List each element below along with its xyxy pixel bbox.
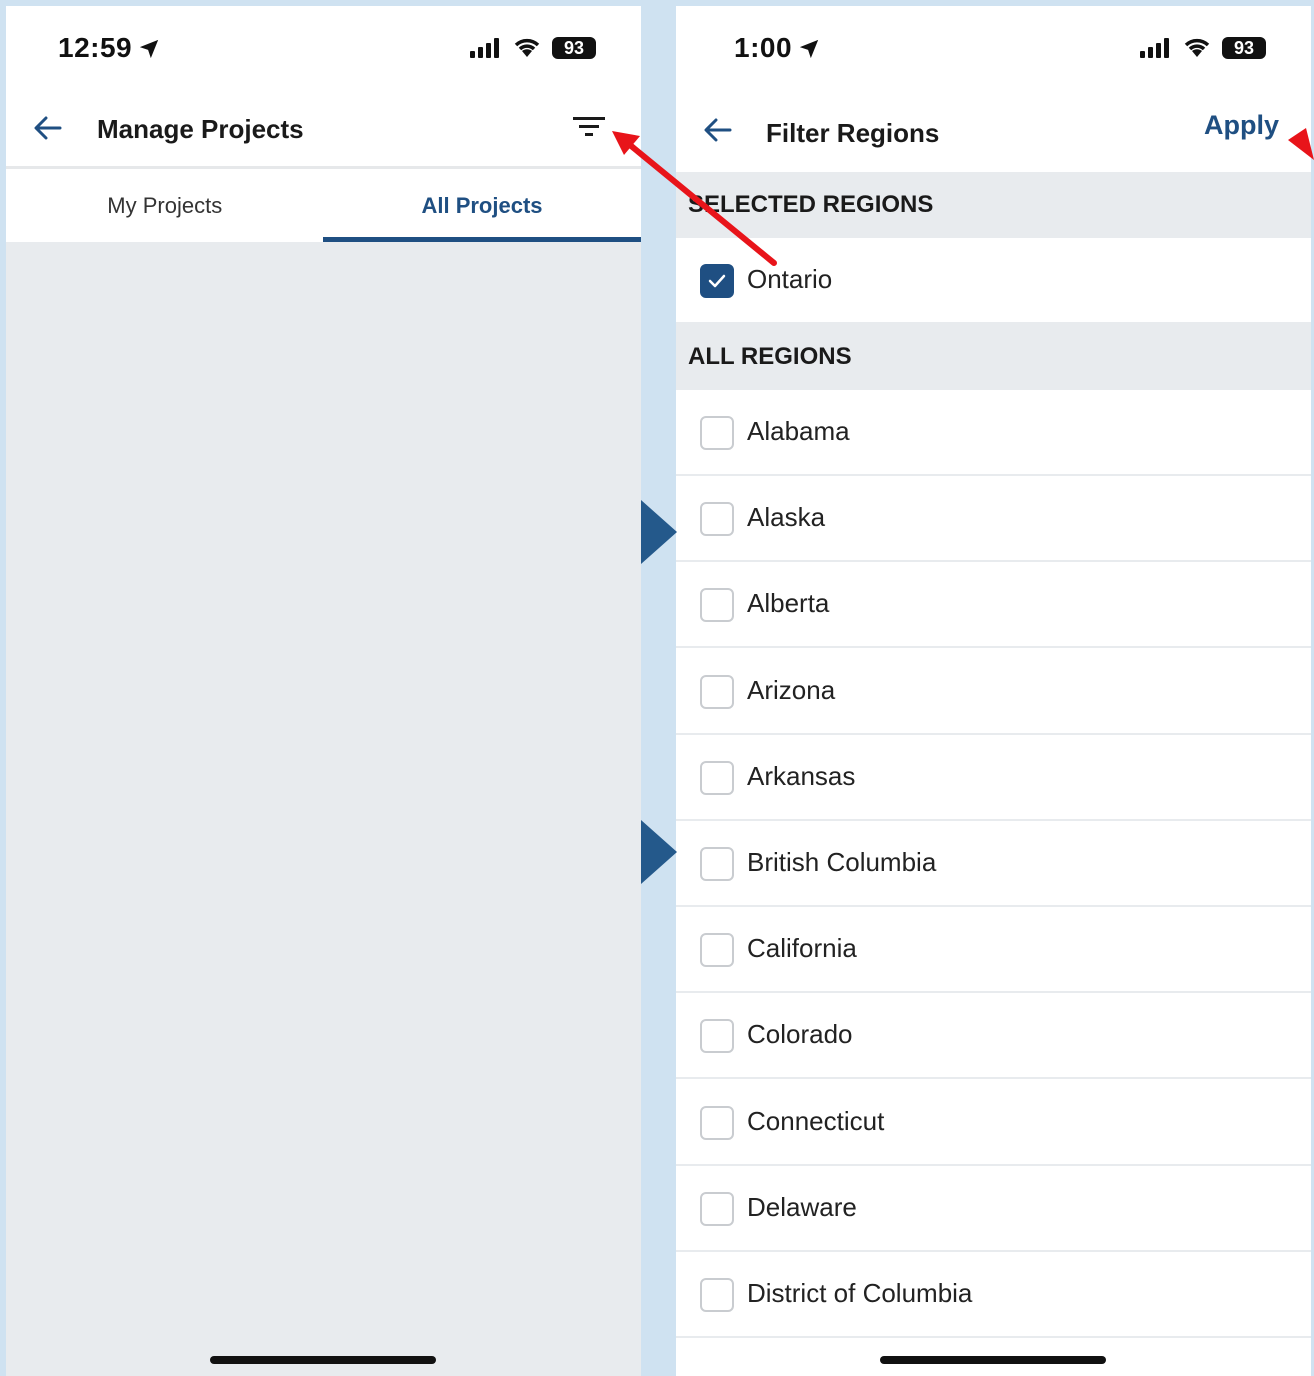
checkbox[interactable] xyxy=(700,502,734,537)
checkbox[interactable] xyxy=(700,674,734,709)
region-label: British Columbia xyxy=(747,847,937,877)
checkbox[interactable] xyxy=(700,588,734,623)
all-regions-header: ALL REGIONS xyxy=(676,324,1311,390)
region-label: Ontario xyxy=(747,264,833,294)
signal-icon xyxy=(1140,38,1169,58)
page-title: Manage Projects xyxy=(97,114,304,144)
region-row[interactable]: Alabama xyxy=(676,390,1311,476)
region-label: Delaware xyxy=(747,1191,857,1222)
checkbox-checked[interactable] xyxy=(700,264,734,298)
region-label: Alabama xyxy=(747,416,850,446)
project-tabs: My Projects All Projects xyxy=(6,166,641,242)
checkbox[interactable] xyxy=(700,760,734,795)
wifi-icon xyxy=(1184,38,1210,57)
step-marker-icon xyxy=(641,820,677,884)
battery-level: 93 xyxy=(563,37,585,58)
region-row-ontario[interactable]: Ontario xyxy=(676,238,1311,324)
region-label: Arizona xyxy=(747,674,836,705)
page-title: Filter Regions xyxy=(766,118,940,148)
status-time: 12:59 xyxy=(58,32,133,63)
signal-icon xyxy=(470,38,499,58)
status-bar: 1:00 93 xyxy=(676,6,1311,96)
region-label: Alaska xyxy=(747,502,826,533)
region-label: Colorado xyxy=(747,1019,853,1050)
status-time: 1:00 xyxy=(734,32,793,63)
region-row[interactable]: Colorado xyxy=(676,993,1311,1080)
nav-bar: Filter Regions Apply xyxy=(676,96,1311,172)
home-indicator[interactable] xyxy=(880,1356,1106,1364)
apply-button[interactable]: Apply xyxy=(1204,110,1279,141)
checkbox[interactable] xyxy=(700,1278,734,1312)
tab-my-projects[interactable]: My Projects xyxy=(6,169,324,242)
region-row[interactable]: Delaware xyxy=(676,1165,1311,1252)
battery-level: 93 xyxy=(1233,37,1255,58)
region-row[interactable]: Arizona xyxy=(676,648,1311,735)
status-bar: 12:59 93 xyxy=(6,6,641,96)
region-label: Alberta xyxy=(747,588,830,619)
checkmark-icon xyxy=(708,274,726,288)
nav-bar: Manage Projects xyxy=(6,96,641,166)
region-label: District of Columbia xyxy=(747,1278,973,1308)
home-indicator[interactable] xyxy=(210,1356,436,1364)
location-arrow-icon xyxy=(139,39,159,59)
tab-all-projects[interactable]: All Projects xyxy=(323,169,641,242)
region-row[interactable]: District of Columbia xyxy=(676,1252,1311,1338)
region-row[interactable]: British Columbia xyxy=(676,821,1311,907)
region-label: Arkansas xyxy=(747,760,856,791)
active-tab-indicator xyxy=(323,237,641,242)
manage-projects-screen: 12:59 93 Manage Projects My Projects All… xyxy=(6,6,641,1376)
checkbox[interactable] xyxy=(700,847,734,881)
region-row[interactable]: Alaska xyxy=(676,476,1311,563)
step-marker-icon xyxy=(641,500,677,564)
battery-icon: 93 xyxy=(552,37,596,59)
arrow-left-icon[interactable] xyxy=(32,112,64,144)
filter-icon[interactable] xyxy=(572,112,606,142)
checkbox[interactable] xyxy=(700,1019,734,1054)
checkbox[interactable] xyxy=(700,933,734,968)
filter-regions-screen: 1:00 93 Filter Regions Apply SELECTED RE… xyxy=(676,6,1311,1376)
checkbox[interactable] xyxy=(700,1105,734,1140)
checkbox[interactable] xyxy=(700,1191,734,1226)
battery-icon: 93 xyxy=(1222,37,1266,59)
region-label: California xyxy=(747,933,857,964)
region-row[interactable]: California xyxy=(676,907,1311,994)
wifi-icon xyxy=(514,38,540,57)
selected-regions-header: SELECTED REGIONS xyxy=(676,172,1311,238)
location-arrow-icon xyxy=(799,39,819,59)
region-row[interactable]: Connecticut xyxy=(676,1079,1311,1166)
checkbox[interactable] xyxy=(700,416,734,450)
arrow-left-icon[interactable] xyxy=(702,114,734,146)
region-row[interactable]: Alberta xyxy=(676,562,1311,649)
region-row[interactable]: Arkansas xyxy=(676,734,1311,821)
region-label: Connecticut xyxy=(747,1105,885,1136)
